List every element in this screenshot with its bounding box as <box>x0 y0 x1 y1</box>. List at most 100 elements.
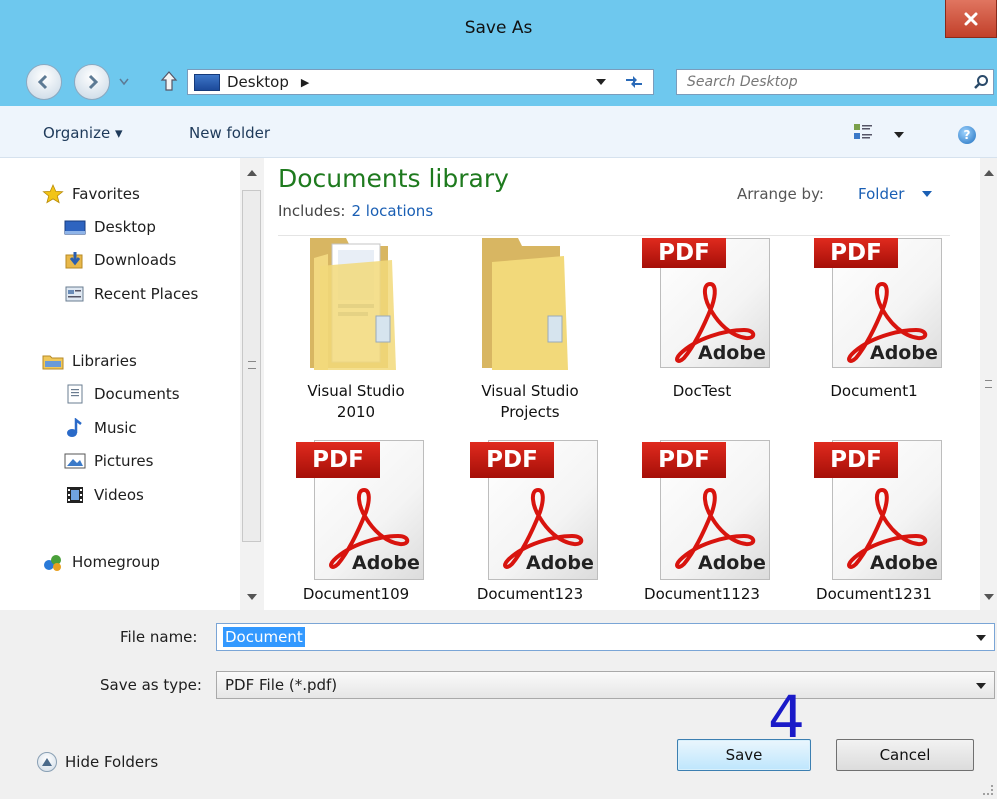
navigation-scroll-thumb[interactable] <box>242 190 261 542</box>
list-item-visual-studio-projects[interactable]: Visual Studio Projects <box>444 238 616 428</box>
nav-desktop-label: Desktop <box>94 218 156 236</box>
file-name-field[interactable]: Document <box>216 623 995 651</box>
search-icon[interactable] <box>973 74 989 90</box>
forward-button[interactable] <box>74 64 110 100</box>
downloads-folder-icon <box>65 252 83 269</box>
includes-locations-link[interactable]: 2 locations <box>351 202 433 220</box>
list-item-visual-studio-2010[interactable]: Visual Studio 2010 <box>270 238 442 428</box>
address-location[interactable]: Desktop <box>227 73 289 91</box>
nav-homegroup[interactable]: Homegroup <box>42 548 160 576</box>
nav-music-label: Music <box>94 419 137 437</box>
recent-locations-chevron-icon[interactable] <box>119 78 129 86</box>
homegroup-icon <box>44 555 61 571</box>
documents-icon <box>67 384 83 404</box>
scroll-down-icon[interactable] <box>984 594 994 600</box>
list-item-label: Document123 <box>476 585 584 603</box>
pdf-file-icon: PDF Adobe <box>628 440 778 580</box>
nav-pictures[interactable]: Pictures <box>64 447 153 475</box>
nav-desktop[interactable]: Desktop <box>64 213 156 241</box>
pdf-file-icon: PDF Adobe <box>628 238 778 368</box>
videos-icon <box>67 487 83 503</box>
arrange-by-label: Arrange by: <box>737 185 824 203</box>
list-item-label: Document1231 <box>816 585 932 603</box>
list-item-label: Visual Studio 2010 <box>307 382 405 421</box>
address-row: Desktop ▶ <box>0 58 997 106</box>
navigation-scrollbar[interactable] <box>240 158 264 610</box>
libraries-icon <box>42 355 64 370</box>
save-button[interactable]: Save <box>677 739 811 771</box>
nav-libraries[interactable]: Libraries <box>42 347 137 375</box>
search-input[interactable] <box>677 70 957 94</box>
refresh-button[interactable] <box>614 69 654 95</box>
change-view-icon[interactable] <box>853 122 875 142</box>
breadcrumb-arrow-icon[interactable]: ▶ <box>301 76 309 89</box>
nav-documents-label: Documents <box>94 385 180 403</box>
close-button[interactable] <box>945 0 997 38</box>
list-item-document1231[interactable]: PDF Adobe Document1231 <box>788 440 960 610</box>
file-list-scrollbar[interactable] <box>980 158 997 610</box>
help-icon[interactable]: ? <box>958 126 976 144</box>
pdf-file-icon: PDF Adobe <box>456 440 606 580</box>
nav-documents[interactable]: Documents <box>64 380 180 408</box>
pdf-file-icon: PDF Adobe <box>800 238 950 368</box>
command-bar: Organize ▾ New folder ? <box>0 106 997 158</box>
arrange-by-value[interactable]: Folder <box>858 185 904 203</box>
desktop-icon <box>194 73 220 91</box>
address-bar[interactable]: Desktop ▶ <box>187 69 615 95</box>
nav-recent-places[interactable]: Recent Places <box>64 280 198 308</box>
resize-grip-icon[interactable] <box>983 785 993 795</box>
up-arrow-icon[interactable] <box>160 70 178 92</box>
chevron-down-icon[interactable] <box>976 683 986 689</box>
close-icon <box>964 12 978 25</box>
list-item-document1[interactable]: PDF Adobe Document1 <box>788 238 960 428</box>
save-as-type-select[interactable]: PDF File (*.pdf) <box>216 671 995 699</box>
chevron-down-icon[interactable] <box>976 635 986 641</box>
view-options-chevron-icon[interactable] <box>894 132 904 138</box>
nav-downloads-label: Downloads <box>94 251 177 269</box>
scroll-grip-icon <box>248 361 256 369</box>
nav-music[interactable]: Music <box>64 414 137 442</box>
desktop-icon <box>64 220 86 235</box>
save-options-panel: File name: Document Save as type: PDF Fi… <box>0 610 997 799</box>
back-arrow-icon <box>37 74 48 90</box>
chevron-down-icon[interactable] <box>596 79 606 85</box>
arrange-chevron-icon[interactable] <box>922 191 932 197</box>
list-item-doctest[interactable]: PDF Adobe DocTest <box>616 238 788 428</box>
organize-menu[interactable]: Organize ▾ <box>43 124 123 142</box>
title-bar: Save As <box>0 0 997 58</box>
hide-folders-button[interactable]: Hide Folders <box>37 752 158 772</box>
collapse-up-icon <box>37 752 57 772</box>
recent-places-icon <box>65 286 84 302</box>
search-box[interactable] <box>676 69 994 95</box>
scroll-up-icon[interactable] <box>247 170 257 176</box>
list-item-label: Visual Studio Projects <box>481 382 579 421</box>
list-item-document123[interactable]: PDF Adobe Document123 <box>444 440 616 610</box>
hide-folders-label: Hide Folders <box>65 753 159 771</box>
list-item-label: Document109 <box>302 585 410 603</box>
nav-videos[interactable]: Videos <box>64 481 144 509</box>
library-divider <box>278 235 950 236</box>
list-item-document1123[interactable]: PDF Adobe Document1123 <box>616 440 788 610</box>
back-button[interactable] <box>26 64 62 100</box>
navigation-pane: Favorites Desktop Downloads Recent Place… <box>0 158 264 610</box>
scroll-down-icon[interactable] <box>247 594 257 600</box>
pdf-file-icon: PDF Adobe <box>800 440 950 580</box>
folder-icon <box>482 238 568 370</box>
nav-downloads[interactable]: Downloads <box>64 246 176 274</box>
new-folder-button[interactable]: New folder <box>189 124 270 142</box>
nav-favorites[interactable]: Favorites <box>42 180 140 208</box>
scroll-grip-icon <box>985 380 992 388</box>
folder-icon <box>310 238 396 370</box>
scroll-up-icon[interactable] <box>984 170 994 176</box>
music-note-icon <box>67 418 82 437</box>
pictures-icon <box>64 453 86 469</box>
includes-label: Includes: <box>278 202 346 220</box>
list-item-document109[interactable]: PDF Adobe Document109 <box>270 440 442 610</box>
cancel-button[interactable]: Cancel <box>836 739 974 771</box>
save-as-type-value: PDF File (*.pdf) <box>225 676 338 694</box>
forward-arrow-icon <box>88 74 99 90</box>
nav-recent-places-label: Recent Places <box>94 285 199 303</box>
file-name-label: File name: <box>120 628 198 646</box>
file-name-value[interactable]: Document <box>223 627 305 647</box>
library-title: Documents library <box>278 164 509 193</box>
